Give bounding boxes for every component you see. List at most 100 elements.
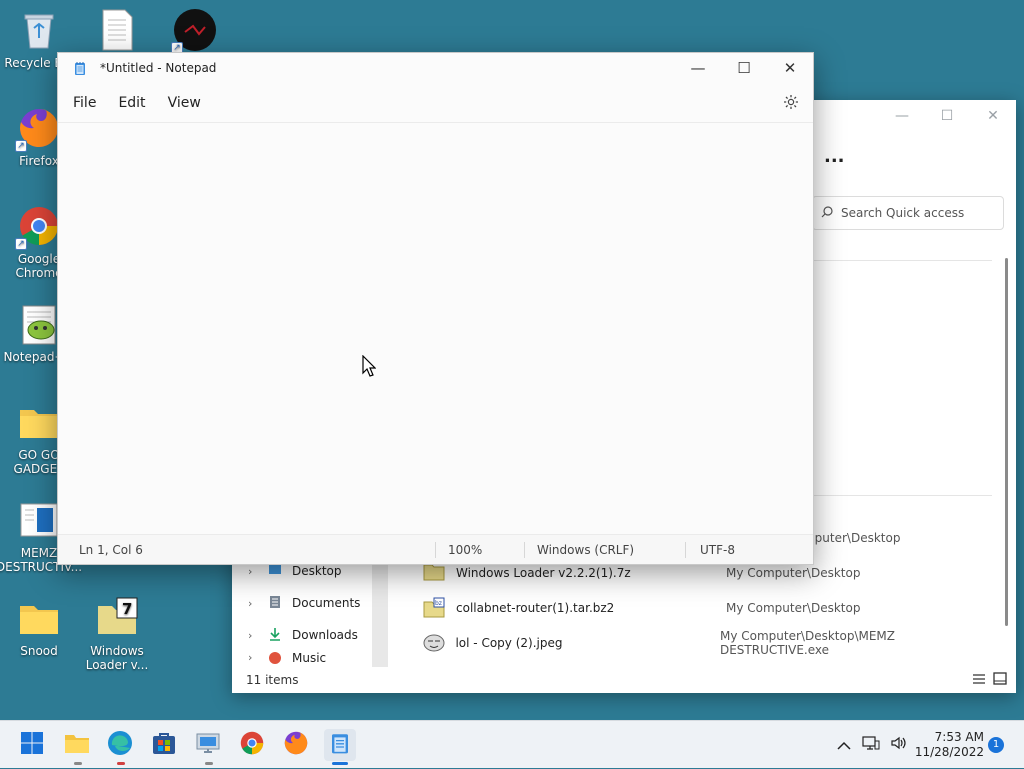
- nav-item-label: Documents: [292, 596, 361, 610]
- svg-text:7: 7: [122, 600, 132, 618]
- taskbar: 7:53 AM 11/28/2022 1: [0, 720, 1024, 768]
- explorer-close-button[interactable]: ✕: [981, 108, 1005, 128]
- file-row[interactable]: lol - Copy (2).jpeg My Computer\Desktop\…: [422, 625, 1002, 660]
- encoding: UTF-8: [700, 542, 735, 557]
- volume-icon[interactable]: [890, 735, 908, 755]
- settings-gear-icon[interactable]: [783, 94, 799, 114]
- notepad-title-bar[interactable]: *Untitled - Notepad — ☐ ✕: [58, 53, 813, 83]
- text-editor-area[interactable]: [58, 124, 813, 534]
- nav-item-documents[interactable]: › Documents: [232, 587, 374, 619]
- notepad-icon: [330, 731, 350, 759]
- downloads-icon: [268, 627, 282, 644]
- network-icon[interactable]: [862, 735, 880, 755]
- menu-view[interactable]: View: [157, 95, 212, 111]
- desktop-icon-label: Snood: [20, 644, 58, 658]
- chevron-right-icon[interactable]: ›: [248, 629, 258, 642]
- close-button[interactable]: ✕: [767, 53, 813, 83]
- taskbar-remote-desktop[interactable]: [192, 729, 224, 765]
- file-location: My Computer\Desktop: [726, 600, 861, 615]
- recycle-bin-icon: [17, 8, 61, 52]
- desktop-icon-snood[interactable]: Snood: [0, 596, 78, 658]
- more-options-button[interactable]: ...: [824, 146, 845, 167]
- window-title: *Untitled - Notepad: [100, 61, 217, 75]
- taskbar-microsoft-store[interactable]: [148, 729, 180, 761]
- search-icon: [821, 205, 833, 221]
- folder-icon: [17, 400, 61, 444]
- navigation-pane-divider: [372, 565, 388, 671]
- chrome-icon: [239, 730, 265, 760]
- svg-text:bz: bz: [435, 600, 442, 607]
- active-indicator: [332, 762, 348, 765]
- nav-item-label: Downloads: [292, 628, 358, 642]
- chevron-right-icon[interactable]: ›: [248, 597, 258, 610]
- desktop-icon-windows-loader[interactable]: 7 Windows Loader v...: [78, 596, 156, 672]
- search-quick-access-field[interactable]: Search Quick access: [812, 196, 1004, 230]
- details-view-icon[interactable]: [972, 673, 986, 688]
- status-separator: [685, 541, 686, 558]
- menu-file[interactable]: File: [62, 95, 107, 111]
- taskbar-notepad[interactable]: [324, 729, 356, 765]
- windows-logo-icon: [20, 731, 44, 759]
- start-button[interactable]: [16, 729, 48, 761]
- status-separator: [524, 541, 525, 558]
- file-name: Windows Loader v2.2.2(1).7z: [456, 565, 631, 580]
- desktop-icon-label: Windows Loader v...: [85, 644, 149, 672]
- menu-edit[interactable]: Edit: [107, 95, 156, 111]
- chrome-icon: ↗: [15, 204, 61, 250]
- document-icon: [95, 8, 139, 52]
- zoom-level: 100%: [448, 542, 483, 557]
- minimize-icon: —: [690, 59, 706, 77]
- running-indicator: [74, 762, 82, 765]
- firefox-icon: [283, 730, 309, 760]
- tiles-view-icon[interactable]: [993, 672, 1007, 688]
- line-ending: Windows (CRLF): [537, 542, 635, 557]
- firefox-icon: ↗: [15, 106, 61, 152]
- close-icon: ✕: [783, 59, 797, 77]
- item-count: 11 items: [246, 673, 299, 687]
- edge-icon: [107, 730, 133, 760]
- explorer-maximize-button[interactable]: ☐: [935, 108, 959, 128]
- memz-icon: ↗: [171, 8, 217, 54]
- mouse-cursor: [362, 354, 377, 381]
- executable-icon: [17, 498, 61, 542]
- navigation-pane: › Desktop › Documents › Downloads › Musi…: [232, 555, 374, 667]
- system-tray: [836, 721, 908, 769]
- taskbar-firefox[interactable]: [280, 729, 312, 761]
- file-row[interactable]: bz collabnet-router(1).tar.bz2 My Comput…: [422, 590, 1002, 625]
- notepad-window[interactable]: *Untitled - Notepad — ☐ ✕ File Edit View…: [57, 52, 814, 565]
- notification-badge[interactable]: 1: [988, 737, 1004, 753]
- image-file-icon: [422, 632, 447, 654]
- folder-icon: [17, 596, 61, 640]
- nav-item-music[interactable]: › Music: [232, 651, 374, 667]
- nav-item-downloads[interactable]: › Downloads: [232, 619, 374, 651]
- file-name: lol - Copy (2).jpeg: [455, 635, 563, 650]
- taskbar-edge[interactable]: [104, 729, 136, 765]
- chevron-up-icon[interactable]: [836, 736, 852, 755]
- clock-date: 11/28/2022: [914, 745, 984, 759]
- maximize-button[interactable]: ☐: [721, 53, 767, 83]
- status-separator: [435, 541, 436, 558]
- minimize-button[interactable]: —: [675, 53, 721, 83]
- nav-item-label: Desktop: [292, 564, 342, 578]
- desktop-icon-label: Firefox: [19, 154, 59, 168]
- desktop-folder-icon: [268, 564, 282, 579]
- chevron-right-icon[interactable]: ›: [248, 565, 258, 578]
- explorer-scrollbar[interactable]: [1005, 258, 1008, 626]
- remote-desktop-icon: [195, 731, 221, 759]
- taskbar-file-explorer[interactable]: [61, 729, 93, 765]
- shortcut-arrow-icon: ↗: [15, 238, 27, 250]
- explorer-minimize-button[interactable]: —: [890, 108, 914, 128]
- shortcut-arrow-icon: ↗: [15, 140, 27, 152]
- 7zip-archive-icon: 7: [95, 596, 139, 640]
- chevron-right-icon[interactable]: ›: [248, 651, 258, 664]
- running-indicator: [117, 762, 125, 765]
- desktop-icon-memz-shortcut[interactable]: ↗: [156, 8, 234, 56]
- clock-time: 7:53 AM: [934, 730, 984, 744]
- store-icon: [152, 731, 176, 759]
- desktop-icon-document[interactable]: [78, 8, 156, 56]
- clock[interactable]: 7:53 AM 11/28/2022: [914, 721, 984, 769]
- file-location: My Computer\Desktop\MEMZ DESTRUCTIVE.exe: [719, 628, 895, 657]
- taskbar-chrome[interactable]: [236, 729, 268, 761]
- file-explorer-icon: [64, 732, 90, 758]
- search-placeholder: Search Quick access: [841, 206, 965, 220]
